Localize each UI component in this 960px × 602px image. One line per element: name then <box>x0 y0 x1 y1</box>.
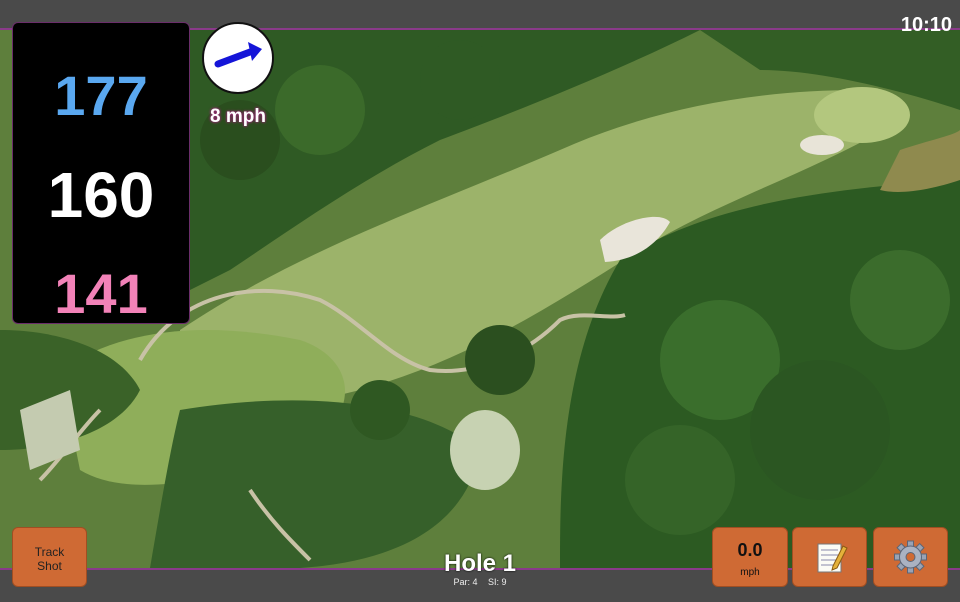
distance-back: 177 <box>54 64 148 127</box>
track-shot-button[interactable]: Track Shot <box>12 527 87 587</box>
hole-par: Par: 4 <box>453 577 478 587</box>
track-shot-label-line1: Track <box>34 545 65 559</box>
wind-speed-label: 8 mph <box>210 106 266 127</box>
distance-front: 141 <box>54 262 148 325</box>
distance-middle: 160 <box>47 159 155 231</box>
speed-unit: mph <box>740 567 760 578</box>
distance-panel: 177 160 141 <box>12 22 190 325</box>
notepad-icon <box>817 543 848 573</box>
hole-stroke-index: SI: 9 <box>488 577 507 587</box>
speed-value: 0.0 <box>737 540 763 560</box>
settings-button[interactable] <box>873 527 948 587</box>
notes-button[interactable] <box>792 527 867 587</box>
track-shot-label-line2: Shot <box>37 559 62 573</box>
speed-button[interactable]: 0.0 mph <box>712 527 788 587</box>
clock: 10:10 <box>900 14 952 36</box>
hole-title: Hole 1 <box>443 550 517 577</box>
wind-arrow-icon <box>214 42 262 68</box>
hole-info: Par: 4 SI: 9 <box>380 577 580 587</box>
gear-icon <box>894 540 927 574</box>
wind-indicator[interactable] <box>202 22 274 94</box>
